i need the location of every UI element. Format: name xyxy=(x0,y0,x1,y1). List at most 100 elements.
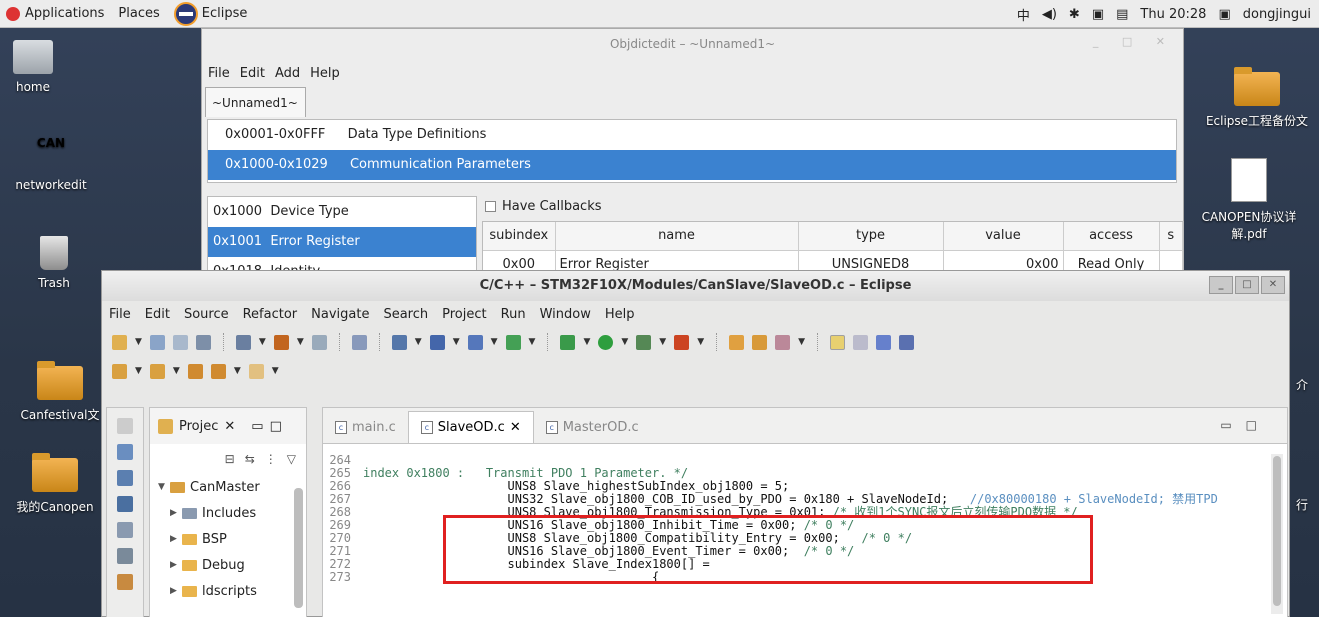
menu-help[interactable]: Help xyxy=(605,307,635,322)
filter-icon[interactable]: ⋮ xyxy=(265,452,277,466)
dropdown-arrow-icon[interactable]: ▼ xyxy=(798,337,805,347)
editor-view-controls[interactable]: ▭□ xyxy=(1220,418,1271,432)
show-whitespace-icon[interactable] xyxy=(876,334,892,350)
grid-header-name[interactable]: name xyxy=(555,222,799,251)
desktop-icon-networkedit[interactable]: CAN networkedit xyxy=(6,136,96,192)
print-icon[interactable] xyxy=(195,334,211,350)
run-icon[interactable] xyxy=(598,334,614,350)
project-explorer-tab[interactable]: Projec ✕ ▭ □ xyxy=(150,408,306,444)
editor-scrollbar[interactable] xyxy=(1271,454,1283,614)
clipboard-icon[interactable]: ▤ xyxy=(1116,7,1128,22)
chevron-down-icon[interactable]: ▼ xyxy=(158,482,170,492)
desktop-icon-canfestival[interactable]: Canfestival文 xyxy=(20,361,100,423)
pen-icon[interactable] xyxy=(775,334,791,350)
menu-source[interactable]: Source xyxy=(184,307,229,322)
window-controls[interactable]: _ □ ✕ xyxy=(1093,35,1175,48)
chevron-right-icon[interactable]: ▶ xyxy=(170,508,182,518)
block-selection-icon[interactable] xyxy=(853,334,869,350)
problems-view-icon[interactable] xyxy=(117,444,133,460)
dropdown-arrow-icon[interactable]: ▼ xyxy=(135,366,142,376)
index-item[interactable]: 0x1001 Error Register xyxy=(208,227,476,257)
save-all-icon[interactable] xyxy=(172,334,188,350)
registers-view-icon[interactable] xyxy=(117,548,133,564)
menu-add[interactable]: Add xyxy=(275,66,300,81)
taskbar-eclipse[interactable]: Eclipse xyxy=(173,1,247,26)
project-explorer-scrollbar[interactable] xyxy=(294,488,303,608)
profile-icon[interactable] xyxy=(636,334,652,350)
chevron-right-icon[interactable]: ▶ xyxy=(170,586,182,596)
input-method-indicator[interactable]: 中 xyxy=(1017,5,1030,24)
view-menu-icon[interactable]: ▽ xyxy=(287,452,296,466)
dropdown-arrow-icon[interactable]: ▼ xyxy=(453,337,460,347)
new-folder-icon[interactable] xyxy=(429,334,445,350)
minimize-view-button[interactable]: ▭ xyxy=(251,419,263,434)
save-icon[interactable] xyxy=(149,334,165,350)
minimize-button[interactable]: _ xyxy=(1209,276,1233,294)
menu-run[interactable]: Run xyxy=(501,307,526,322)
tree-item[interactable]: ▼ CanMaster xyxy=(150,474,306,500)
open-type-icon[interactable] xyxy=(729,334,745,350)
new-icon[interactable] xyxy=(112,334,127,350)
grid-header-partial[interactable]: s xyxy=(1159,222,1183,251)
grid-header-type[interactable]: type xyxy=(798,222,944,251)
menu-project[interactable]: Project xyxy=(442,307,486,322)
grid-header-subindex[interactable]: subindex xyxy=(483,222,556,251)
desktop-icon-trash[interactable]: Trash xyxy=(24,236,84,290)
user-menu[interactable]: dongjingui xyxy=(1243,7,1311,22)
dropdown-arrow-icon[interactable]: ▼ xyxy=(621,337,628,347)
new-file-icon[interactable] xyxy=(467,334,483,350)
chevron-right-icon[interactable]: ▶ xyxy=(170,534,182,544)
menu-refactor[interactable]: Refactor xyxy=(243,307,298,322)
dropdown-arrow-icon[interactable]: ▼ xyxy=(491,337,498,347)
tree-item[interactable]: ▶ ldscripts xyxy=(150,578,306,604)
tree-item[interactable]: ▶ BSP xyxy=(150,526,306,552)
link-editor-icon[interactable]: ⇆ xyxy=(245,452,255,466)
close-button[interactable]: ✕ xyxy=(1261,276,1285,294)
menu-help[interactable]: Help xyxy=(310,66,340,81)
clock[interactable]: Thu 20:28 xyxy=(1140,7,1206,22)
restore-icon[interactable] xyxy=(117,418,133,434)
desktop-icon-my-canopen[interactable]: 我的Canopen xyxy=(10,453,100,515)
debug-icon[interactable] xyxy=(560,334,576,350)
dropdown-arrow-icon[interactable]: ▼ xyxy=(697,337,704,347)
dropdown-arrow-icon[interactable]: ▼ xyxy=(259,337,266,347)
desktop-icon-eclipse-backup[interactable]: Eclipse工程备份文 xyxy=(1202,67,1312,129)
console-view-icon[interactable] xyxy=(117,496,133,512)
dropdown-arrow-icon[interactable]: ▼ xyxy=(297,337,304,347)
range-item[interactable]: 0x0001-0x0FFF Data Type Definitions xyxy=(208,120,1176,150)
range-item[interactable]: 0x1000-0x1029 Communication Parameters xyxy=(208,150,1176,180)
network-icon[interactable]: ▣ xyxy=(1092,7,1104,22)
editor-tab-main[interactable]: c main.c xyxy=(323,411,408,443)
new-class-icon[interactable] xyxy=(391,334,407,350)
menu-window[interactable]: Window xyxy=(540,307,591,322)
places-menu[interactable]: Places xyxy=(118,6,159,21)
hammer-icon[interactable] xyxy=(273,334,289,350)
tasks-view-icon[interactable] xyxy=(117,470,133,486)
chevron-right-icon[interactable]: ▶ xyxy=(170,560,182,570)
index-item[interactable]: 0x1000 Device Type xyxy=(208,197,476,227)
document-tab[interactable]: ~Unnamed1~ xyxy=(205,87,306,117)
volume-icon[interactable]: ◀) xyxy=(1042,7,1057,22)
have-callbacks-checkbox[interactable]: Have Callbacks xyxy=(485,199,602,214)
desktop-icon-partial-2[interactable]: 行 xyxy=(1292,496,1312,513)
menu-edit[interactable]: Edit xyxy=(240,66,265,81)
mark-occurrences-icon[interactable] xyxy=(830,334,846,350)
build-icon[interactable] xyxy=(235,334,251,350)
dropdown-arrow-icon[interactable]: ▼ xyxy=(583,337,590,347)
bluetooth-icon[interactable]: ✱ xyxy=(1069,7,1080,22)
refresh-icon[interactable] xyxy=(505,334,521,350)
close-icon[interactable]: ✕ xyxy=(510,420,521,435)
editor-tab-masterod[interactable]: c MasterOD.c xyxy=(534,411,651,443)
menu-navigate[interactable]: Navigate xyxy=(311,307,369,322)
binary-icon[interactable] xyxy=(311,334,327,350)
menu-file[interactable]: File xyxy=(208,66,230,81)
properties-view-icon[interactable] xyxy=(117,522,133,538)
menu-edit[interactable]: Edit xyxy=(145,307,170,322)
close-icon[interactable]: ✕ xyxy=(224,419,235,434)
last-edit-icon[interactable] xyxy=(187,363,203,379)
edit-icon[interactable] xyxy=(351,334,367,350)
editor-tab-slaveod[interactable]: c SlaveOD.c ✕ xyxy=(407,411,534,443)
tree-item[interactable]: ▶ Debug xyxy=(150,552,306,578)
next-annotation-icon[interactable] xyxy=(112,363,127,379)
desktop-icon-home[interactable]: home xyxy=(8,40,58,94)
